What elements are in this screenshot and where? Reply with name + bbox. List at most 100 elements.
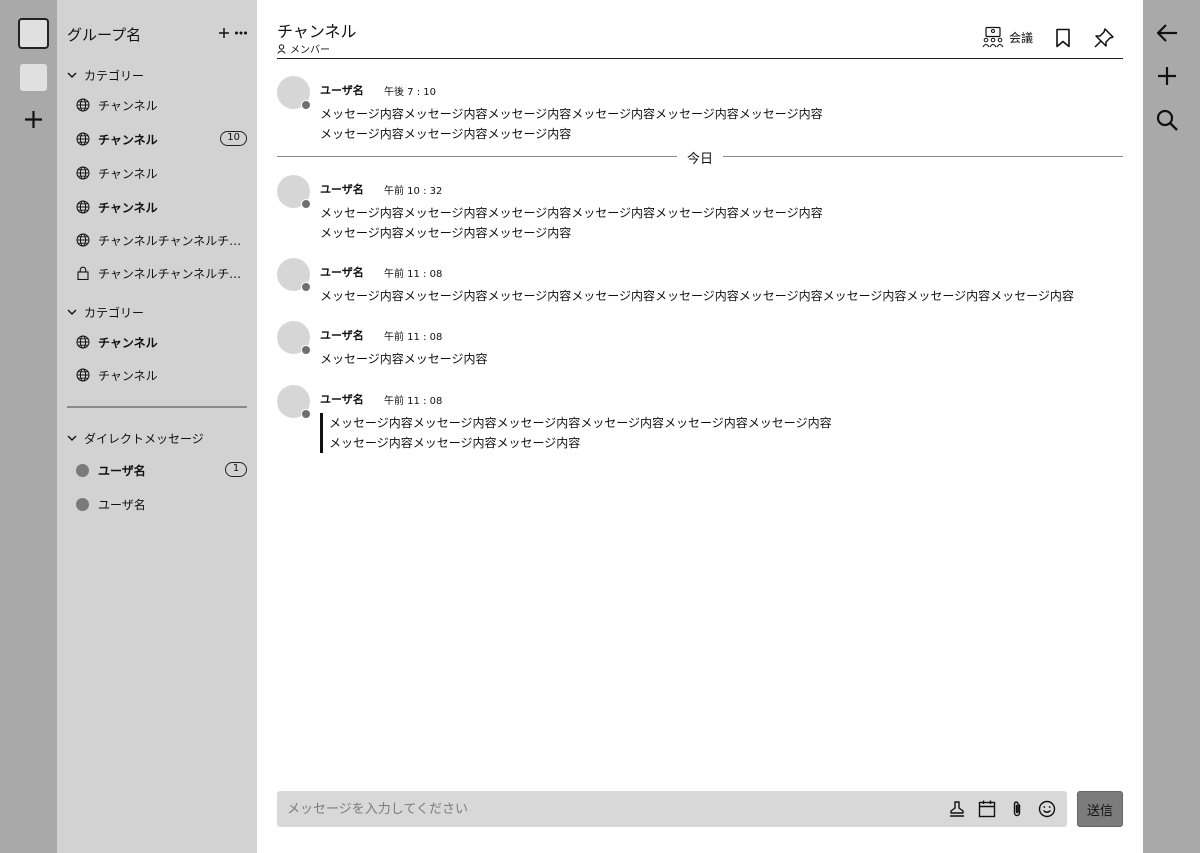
message-time: 午前 11 : 08: [384, 332, 443, 343]
message-time: 午前 11 : 08: [384, 396, 443, 407]
lock-icon: [77, 266, 89, 280]
meeting-button[interactable]: 会議: [982, 26, 1033, 48]
message-line: メッセージ内容メッセージ内容メッセージ内容メッセージ内容メッセージ内容メッセージ…: [320, 206, 823, 220]
pin-icon[interactable]: [1093, 27, 1115, 49]
sidebar-channel-item[interactable]: チャンネル: [76, 163, 248, 183]
sidebar-channel-item[interactable]: チャンネル: [76, 197, 248, 217]
user-status-dot: [301, 100, 311, 110]
workspace[interactable]: [20, 64, 47, 91]
message-body: メッセージ内容メッセージ内容メッセージ内容メッセージ内容メッセージ内容メッセージ…: [320, 104, 823, 144]
date-separator: 今日: [277, 147, 1123, 167]
message-username[interactable]: ユーザ名: [320, 264, 364, 280]
sidebar-channel-item[interactable]: チャンネルチャンネルチャ…: [76, 230, 248, 250]
globe-icon: [76, 98, 90, 112]
avatar[interactable]: [277, 258, 311, 292]
message-line: メッセージ内容メッセージ内容メッセージ内容: [329, 436, 581, 450]
channel-label: チャンネル: [98, 200, 158, 215]
sidebar-channel-item[interactable]: チャンネル 10: [76, 129, 248, 149]
sidebar: グループ名 カテゴリー チャンネル チャンネル 10 チャンネル チャンネル チャンネルチャ…: [57, 0, 257, 853]
user-status-dot: [301, 199, 311, 209]
dm-user-item[interactable]: ユーザ名 1: [76, 460, 248, 480]
category-header[interactable]: カテゴリー: [67, 303, 144, 321]
globe-icon: [76, 368, 90, 382]
user-status-dot: [301, 409, 311, 419]
right-rail: [1143, 0, 1200, 853]
message-username[interactable]: ユーザ名: [320, 82, 364, 98]
sidebar-channel-item[interactable]: チャンネルチャンネルチャ…: [76, 263, 248, 283]
chevron-down-icon[interactable]: [67, 309, 77, 316]
calendar-icon[interactable]: [977, 799, 997, 819]
category-label: カテゴリー: [84, 68, 145, 83]
category-header[interactable]: カテゴリー: [67, 66, 144, 84]
send-button[interactable]: 送信: [1077, 791, 1123, 827]
dm-user-label: ユーザ名: [98, 497, 146, 512]
user-status-dot: [76, 497, 89, 511]
channel-label: チャンネル: [98, 98, 158, 113]
group-header: グループ名: [67, 22, 249, 46]
channel-label: チャンネルチャンネルチャ…: [98, 266, 246, 281]
message-composer: [277, 791, 1067, 827]
chevron-down-icon[interactable]: [67, 72, 77, 79]
back-arrow-icon[interactable]: [1155, 21, 1179, 45]
channel-label: チャンネル: [98, 368, 158, 383]
message-line: メッセージ内容メッセージ内容メッセージ内容メッセージ内容メッセージ内容メッセージ…: [329, 416, 832, 430]
person-icon: [277, 43, 286, 54]
user-status-dot: [301, 282, 311, 292]
globe-icon: [76, 132, 90, 146]
avatar[interactable]: [277, 175, 311, 209]
globe-icon: [76, 200, 90, 214]
channel-title: チャンネル: [277, 22, 357, 41]
message-line: メッセージ内容メッセージ内容メッセージ内容: [320, 127, 572, 141]
channel-header: チャンネル メンバー 会議: [277, 16, 1123, 59]
message-body: メッセージ内容メッセージ内容メッセージ内容メッセージ内容メッセージ内容メッセージ…: [320, 203, 823, 243]
emoji-icon[interactable]: [1037, 799, 1057, 819]
plus-icon[interactable]: [1155, 64, 1179, 88]
message-body: メッセージ内容メッセージ内容メッセージ内容メッセージ内容メッセージ内容メッセージ…: [320, 286, 1074, 306]
paperclip-icon[interactable]: [1007, 799, 1027, 819]
channel-label: チャンネル: [98, 335, 158, 350]
meeting-label: 会議: [1009, 30, 1034, 45]
message-body: メッセージ内容メッセージ内容: [320, 349, 488, 369]
add-channel-icon[interactable]: [217, 26, 231, 40]
message-input[interactable]: [287, 791, 927, 827]
message-username[interactable]: ユーザ名: [320, 181, 364, 197]
separator-line: [723, 156, 1123, 158]
sidebar-divider: [67, 406, 247, 408]
message-username[interactable]: ユーザ名: [320, 391, 364, 407]
globe-icon: [76, 335, 90, 349]
avatar[interactable]: [277, 385, 311, 419]
members-link[interactable]: メンバー: [277, 41, 330, 56]
members-label: メンバー: [290, 45, 330, 56]
separator-line: [277, 156, 677, 158]
group-name: グループ名: [67, 26, 142, 44]
channel-label: チャンネルチャンネルチャ…: [98, 233, 246, 248]
unread-badge: 1: [225, 462, 247, 477]
meeting-icon: [982, 26, 1004, 48]
message-quote: メッセージ内容メッセージ内容メッセージ内容メッセージ内容メッセージ内容メッセージ…: [320, 413, 832, 453]
search-icon[interactable]: [1155, 108, 1179, 132]
message-line: メッセージ内容メッセージ内容: [320, 352, 488, 366]
bookmark-icon[interactable]: [1055, 28, 1071, 48]
sidebar-channel-item[interactable]: チャンネル: [76, 95, 248, 115]
dm-user-item[interactable]: ユーザ名: [76, 494, 248, 514]
user-status-dot: [76, 463, 89, 477]
globe-icon: [76, 233, 90, 247]
plus-icon[interactable]: [20, 106, 47, 133]
avatar[interactable]: [277, 76, 311, 110]
channel-label: チャンネル: [98, 166, 158, 181]
more-icon[interactable]: [234, 26, 248, 40]
workspace-active[interactable]: [18, 18, 49, 49]
channel-label: チャンネル: [98, 132, 158, 147]
main-panel: チャンネル メンバー 会議 ユーザ名 午後 7: 10 メッセージ内容メッセー…: [257, 0, 1143, 853]
message-username[interactable]: ユーザ名: [320, 327, 364, 343]
avatar[interactable]: [277, 321, 311, 355]
chevron-down-icon[interactable]: [67, 435, 77, 442]
stamp-icon[interactable]: [947, 799, 967, 819]
workspace-rail: [0, 0, 57, 853]
message-line: メッセージ内容メッセージ内容メッセージ内容: [320, 226, 572, 240]
sidebar-channel-item[interactable]: チャンネル: [76, 332, 248, 352]
sidebar-channel-item[interactable]: チャンネル: [76, 365, 248, 385]
dm-section-label: ダイレクトメッセージ: [84, 431, 204, 446]
dm-section-header[interactable]: ダイレクトメッセージ: [67, 429, 204, 447]
date-separator-label: 今日: [686, 152, 713, 167]
